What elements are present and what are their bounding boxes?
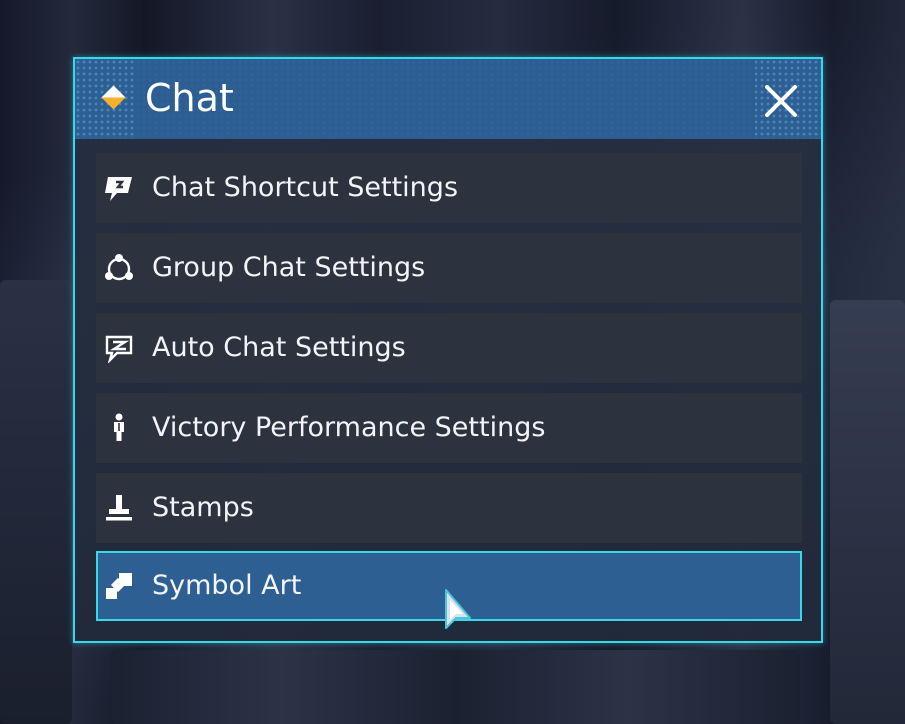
diamond-icon (101, 85, 126, 110)
auto-chat-icon (104, 333, 134, 365)
menu-item-victory-performance-settings[interactable]: Victory Performance Settings (96, 393, 802, 463)
menu-item-label: Group Chat Settings (152, 252, 426, 283)
menu-item-label: Victory Performance Settings (152, 412, 546, 443)
group-chat-icon (104, 253, 134, 283)
background-floor (110, 650, 800, 724)
window-title: Chat (145, 76, 234, 120)
menu-item-label: Symbol Art (152, 570, 302, 601)
stamp-icon (104, 493, 134, 523)
menu-item-group-chat-settings[interactable]: Group Chat Settings (96, 233, 802, 303)
menu-item-label: Auto Chat Settings (152, 332, 406, 363)
background-pillar-right (830, 300, 905, 724)
title-bar: Chat (75, 59, 821, 139)
menu-item-chat-shortcut-settings[interactable]: Chat Shortcut Settings (96, 153, 802, 223)
close-button[interactable] (761, 81, 801, 121)
mouse-pointer-icon (443, 588, 473, 632)
chat-shortcut-icon (104, 173, 134, 203)
close-icon (765, 85, 797, 117)
victory-figure-icon (104, 413, 134, 443)
menu-item-stamps[interactable]: Stamps (96, 473, 802, 543)
symbol-art-icon (104, 571, 134, 601)
menu-item-auto-chat-settings[interactable]: Auto Chat Settings (96, 313, 802, 383)
menu-item-label: Stamps (152, 492, 254, 523)
menu-item-label: Chat Shortcut Settings (152, 172, 459, 203)
chat-menu-window: Chat Chat Shortcut Settings Group Chat S… (73, 57, 823, 643)
background-pillar-left (0, 280, 72, 724)
